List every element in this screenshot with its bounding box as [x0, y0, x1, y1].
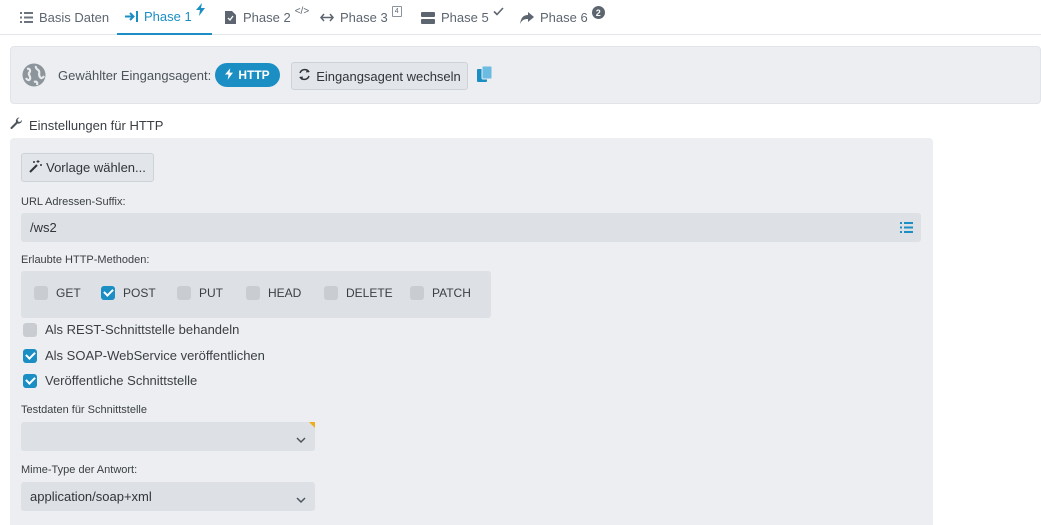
arrows-horizontal-icon	[320, 11, 334, 25]
checkbox[interactable]	[246, 286, 260, 300]
choose-template-label: Vorlage wählen...	[46, 160, 146, 175]
method-put-checkbox[interactable]: PUT	[177, 286, 223, 300]
public-interface-checkbox[interactable]: Veröffentliche Schnittstelle	[23, 373, 197, 388]
method-get-checkbox[interactable]: GET	[34, 286, 81, 300]
phase-tabbar: Basis Daten Phase 1 Phase 2 </> Phase 3 …	[0, 0, 1041, 35]
mime-type-value: application/soap+xml	[30, 489, 152, 504]
tab-basis-daten[interactable]: Basis Daten	[19, 0, 109, 35]
option-label: Als REST-Schnittstelle behandeln	[45, 322, 240, 337]
tab-phase-5[interactable]: Phase 5	[421, 0, 504, 35]
checkbox[interactable]	[23, 373, 37, 388]
testdata-select[interactable]	[21, 422, 315, 451]
settings-card: Vorlage wählen... URL Adressen-Suffix: /…	[10, 138, 933, 525]
option-label: Als SOAP-WebService veröffentlichen	[45, 348, 265, 363]
refresh-icon	[298, 68, 311, 84]
checkbox[interactable]	[23, 322, 37, 337]
tab-phase-6[interactable]: Phase 6 2	[520, 0, 605, 35]
method-label: DELETE	[346, 286, 393, 300]
http-methods-label: Erlaubte HTTP-Methoden:	[21, 254, 150, 266]
bolt-icon	[225, 67, 234, 83]
method-label: GET	[56, 286, 81, 300]
tab-label: Phase 3	[340, 10, 388, 25]
testdata-label: Testdaten für Schnittstelle	[21, 404, 147, 416]
mime-type-select[interactable]: application/soap+xml	[21, 482, 315, 511]
agent-panel: Gewählter Eingangsagent: HTTP Eingangsag…	[10, 46, 1041, 104]
server-icon	[421, 11, 435, 25]
wrench-icon	[10, 117, 23, 133]
rest-interface-checkbox[interactable]: Als REST-Schnittstelle behandeln	[23, 322, 239, 337]
checkbox[interactable]	[410, 286, 424, 300]
checkbox[interactable]	[34, 286, 48, 300]
selected-agent-label: HTTP	[238, 68, 270, 82]
choose-template-button[interactable]: Vorlage wählen...	[21, 153, 154, 182]
count-badge: 2	[591, 6, 605, 19]
method-label: PUT	[199, 286, 223, 300]
option-label: Veröffentliche Schnittstelle	[45, 373, 198, 388]
list-icon[interactable]	[900, 221, 913, 236]
tab-phase-3[interactable]: Phase 3 4	[320, 0, 402, 35]
http-methods-group: GET POST PUT HEAD DELETE PATCH	[21, 271, 491, 318]
agent-label: Gewählter Eingangsagent:	[58, 68, 212, 83]
method-post-checkbox[interactable]: POST	[101, 286, 156, 300]
copy-icon[interactable]	[477, 65, 493, 84]
tab-label: Phase 2	[243, 10, 291, 25]
chevron-down-icon	[296, 432, 306, 447]
globe-icon	[22, 63, 46, 87]
bolt-icon	[195, 2, 205, 19]
url-suffix-label: URL Adressen-Suffix:	[21, 196, 126, 208]
checkbox[interactable]	[324, 286, 338, 300]
method-head-checkbox[interactable]: HEAD	[246, 286, 301, 300]
selected-agent-badge[interactable]: HTTP	[215, 63, 280, 87]
tab-label: Phase 6	[540, 10, 588, 25]
method-label: PATCH	[432, 286, 471, 300]
settings-section-header: Einstellungen für HTTP	[10, 117, 163, 133]
arrow-in-icon	[124, 10, 138, 24]
checkbox[interactable]	[177, 286, 191, 300]
method-label: POST	[123, 286, 156, 300]
tab-label: Phase 1	[144, 9, 192, 24]
tab-label: Basis Daten	[39, 10, 110, 25]
magic-wand-icon	[29, 159, 43, 176]
switch-agent-button[interactable]: Eingangsagent wechseln	[291, 62, 468, 90]
code-marker: </>	[294, 6, 310, 17]
check-icon	[493, 4, 504, 19]
url-suffix-value: /ws2	[30, 220, 57, 235]
share-arrow-icon	[520, 11, 534, 25]
tab-label: Phase 5	[441, 10, 489, 25]
soap-webservice-checkbox[interactable]: Als SOAP-WebService veröffentlichen	[23, 348, 265, 363]
method-patch-checkbox[interactable]: PATCH	[410, 286, 471, 300]
mime-type-label: Mime-Type der Antwort:	[21, 464, 138, 476]
settings-title: Einstellungen für HTTP	[29, 117, 164, 133]
file-code-icon	[223, 11, 237, 25]
checkbox[interactable]	[23, 348, 37, 363]
method-delete-checkbox[interactable]: DELETE	[324, 286, 393, 300]
required-marker	[309, 422, 315, 428]
chevron-down-icon	[296, 492, 306, 507]
method-label: HEAD	[268, 286, 302, 300]
switch-agent-label: Eingangsagent wechseln	[316, 68, 461, 84]
list-icon	[19, 11, 33, 25]
url-suffix-input[interactable]: /ws2	[21, 213, 921, 242]
tab-phase-1[interactable]: Phase 1	[117, 0, 212, 35]
count-marker: 4	[391, 6, 402, 17]
tab-phase-2[interactable]: Phase 2 </>	[223, 0, 309, 35]
checkbox[interactable]	[101, 286, 115, 300]
